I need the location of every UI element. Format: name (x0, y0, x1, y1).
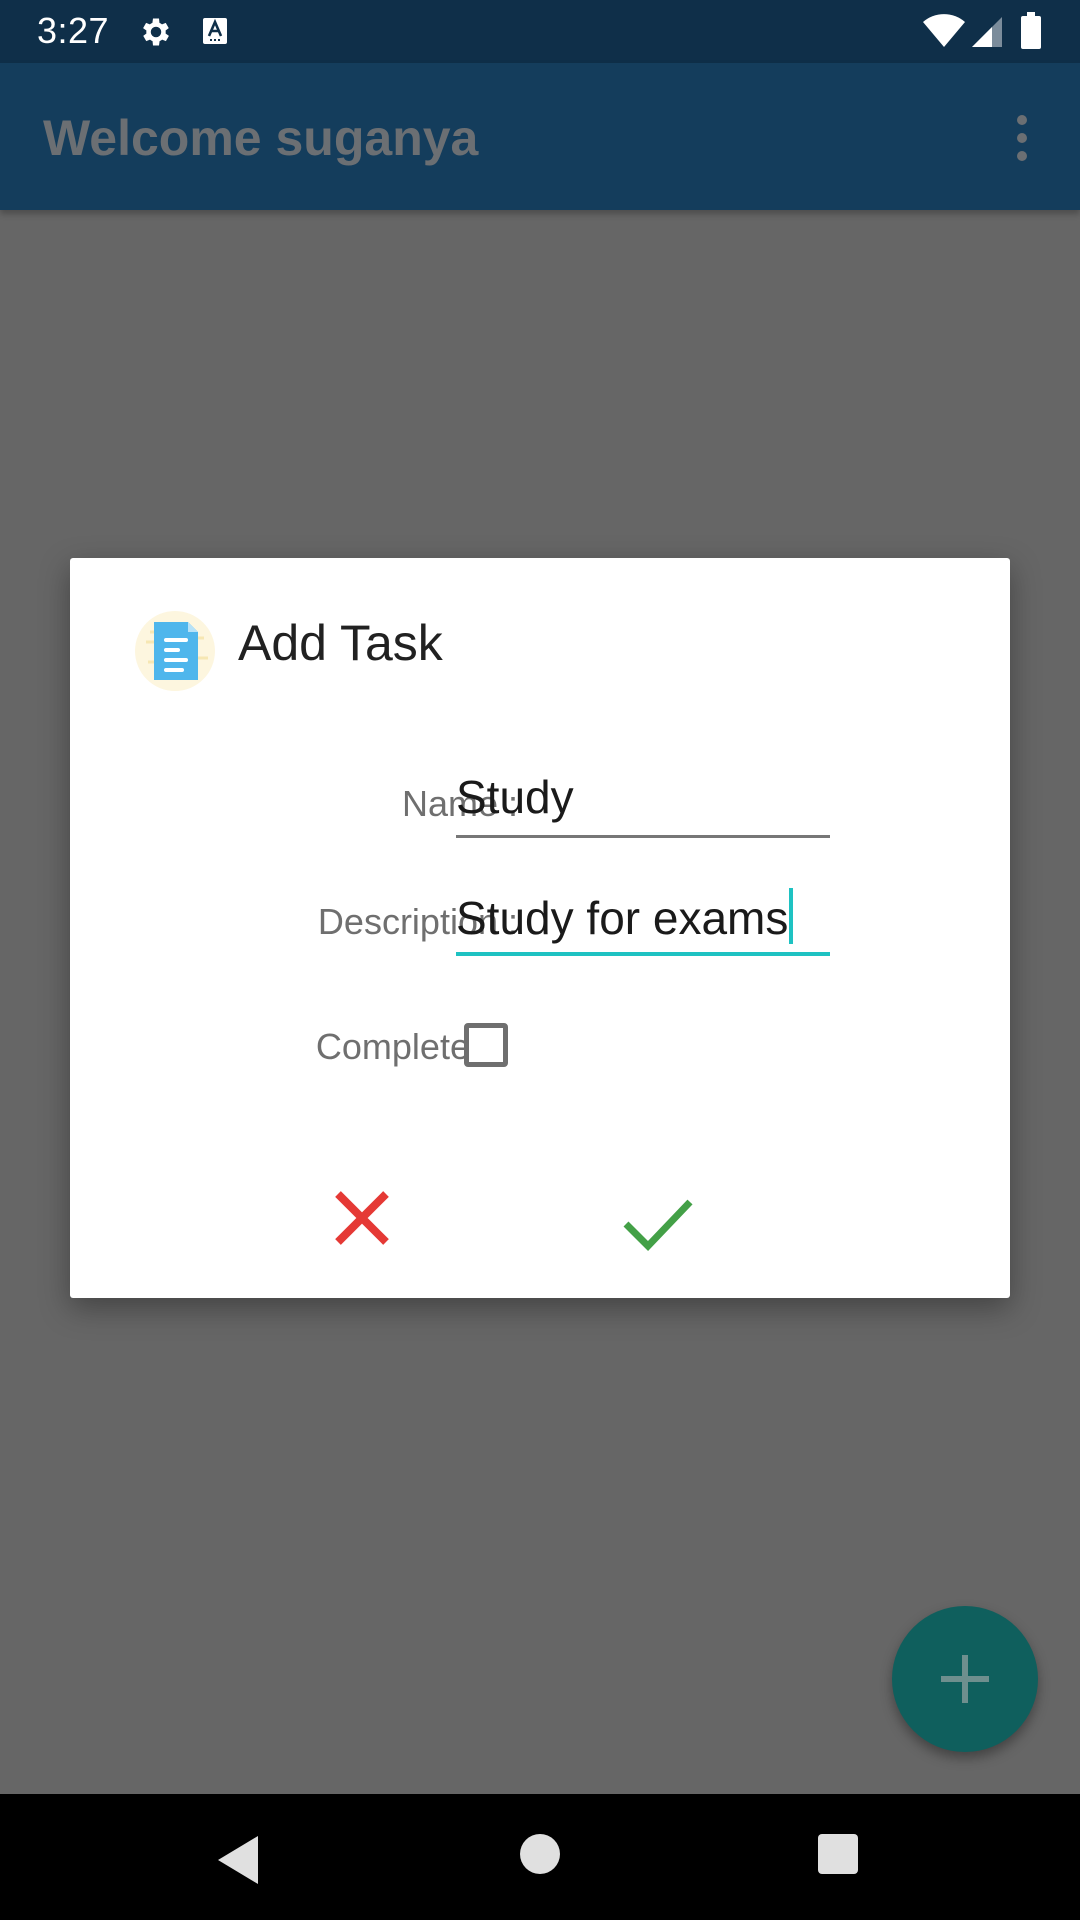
description-value: Study for exams (456, 892, 789, 944)
battery-icon (1021, 12, 1041, 49)
overflow-menu-icon[interactable] (1010, 115, 1034, 165)
dialog-title: Add Task (238, 615, 443, 671)
description-field[interactable]: Study for exams (456, 886, 830, 956)
name-underline (456, 835, 830, 838)
wifi-icon (923, 14, 965, 47)
a-keyboard-icon (203, 18, 227, 44)
status-bar: 3:27 (0, 0, 1080, 63)
recents-icon[interactable] (818, 1834, 858, 1874)
plus-icon (941, 1655, 989, 1703)
status-time: 3:27 (37, 10, 110, 51)
name-field[interactable]: Study (456, 768, 830, 838)
app-bar: Welcome suganya (0, 63, 1080, 210)
app-title: Welcome suganya (43, 110, 479, 166)
navigation-bar (0, 1794, 1080, 1920)
name-value: Study (456, 771, 574, 823)
add-task-fab[interactable] (892, 1606, 1038, 1752)
completed-label: Completed : (315, 1026, 510, 1067)
home-icon[interactable] (520, 1834, 560, 1874)
back-icon[interactable] (214, 1834, 262, 1886)
gear-icon (143, 18, 169, 46)
document-icon (135, 611, 215, 691)
add-task-dialog: Add Task Name : Study Description : Stud… (70, 558, 1010, 1298)
signal-icon (972, 17, 1002, 47)
check-icon[interactable] (602, 1172, 712, 1268)
description-value-wrap: Study for exams (456, 888, 794, 945)
description-underline (456, 952, 830, 956)
text-cursor (789, 888, 794, 944)
completed-checkbox[interactable] (464, 1023, 508, 1067)
close-icon[interactable] (310, 1166, 414, 1270)
